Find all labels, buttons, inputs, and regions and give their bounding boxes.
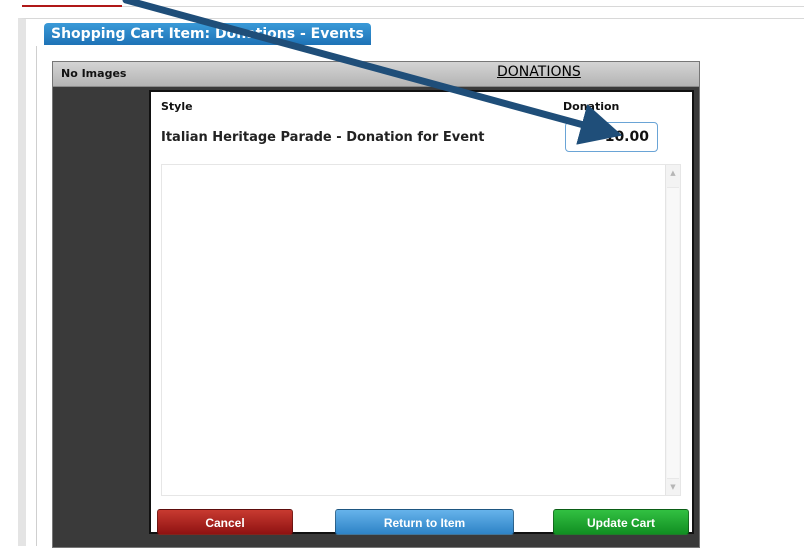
top-accent-line xyxy=(22,0,122,7)
top-divider xyxy=(122,6,804,7)
return-to-item-button[interactable]: Return to Item xyxy=(335,509,514,535)
scroll-down-icon[interactable]: ▼ xyxy=(666,483,680,491)
scroll-thumb[interactable] xyxy=(667,187,679,479)
item-description-area[interactable]: ▲ ▼ xyxy=(161,164,681,496)
cancel-button[interactable]: Cancel xyxy=(157,509,293,535)
window-title-tab: Shopping Cart Item: Donations - Events xyxy=(44,23,371,45)
cart-item-dialog: No Images DONATIONS Style Donation Itali… xyxy=(52,61,700,548)
donation-column-header: Donation xyxy=(563,100,620,113)
category-title: DONATIONS xyxy=(497,64,581,80)
donation-amount-input[interactable] xyxy=(565,122,658,152)
description-scrollbar[interactable]: ▲ ▼ xyxy=(665,165,680,495)
item-name: Italian Heritage Parade - Donation for E… xyxy=(161,130,485,145)
scroll-up-icon[interactable]: ▲ xyxy=(666,169,680,177)
update-cart-button[interactable]: Update Cart xyxy=(553,509,689,535)
style-column-header: Style xyxy=(161,100,193,113)
no-images-label: No Images xyxy=(61,67,127,80)
dialog-header: No Images DONATIONS xyxy=(53,62,699,87)
item-content-panel: Style Donation Italian Heritage Parade -… xyxy=(149,90,694,534)
